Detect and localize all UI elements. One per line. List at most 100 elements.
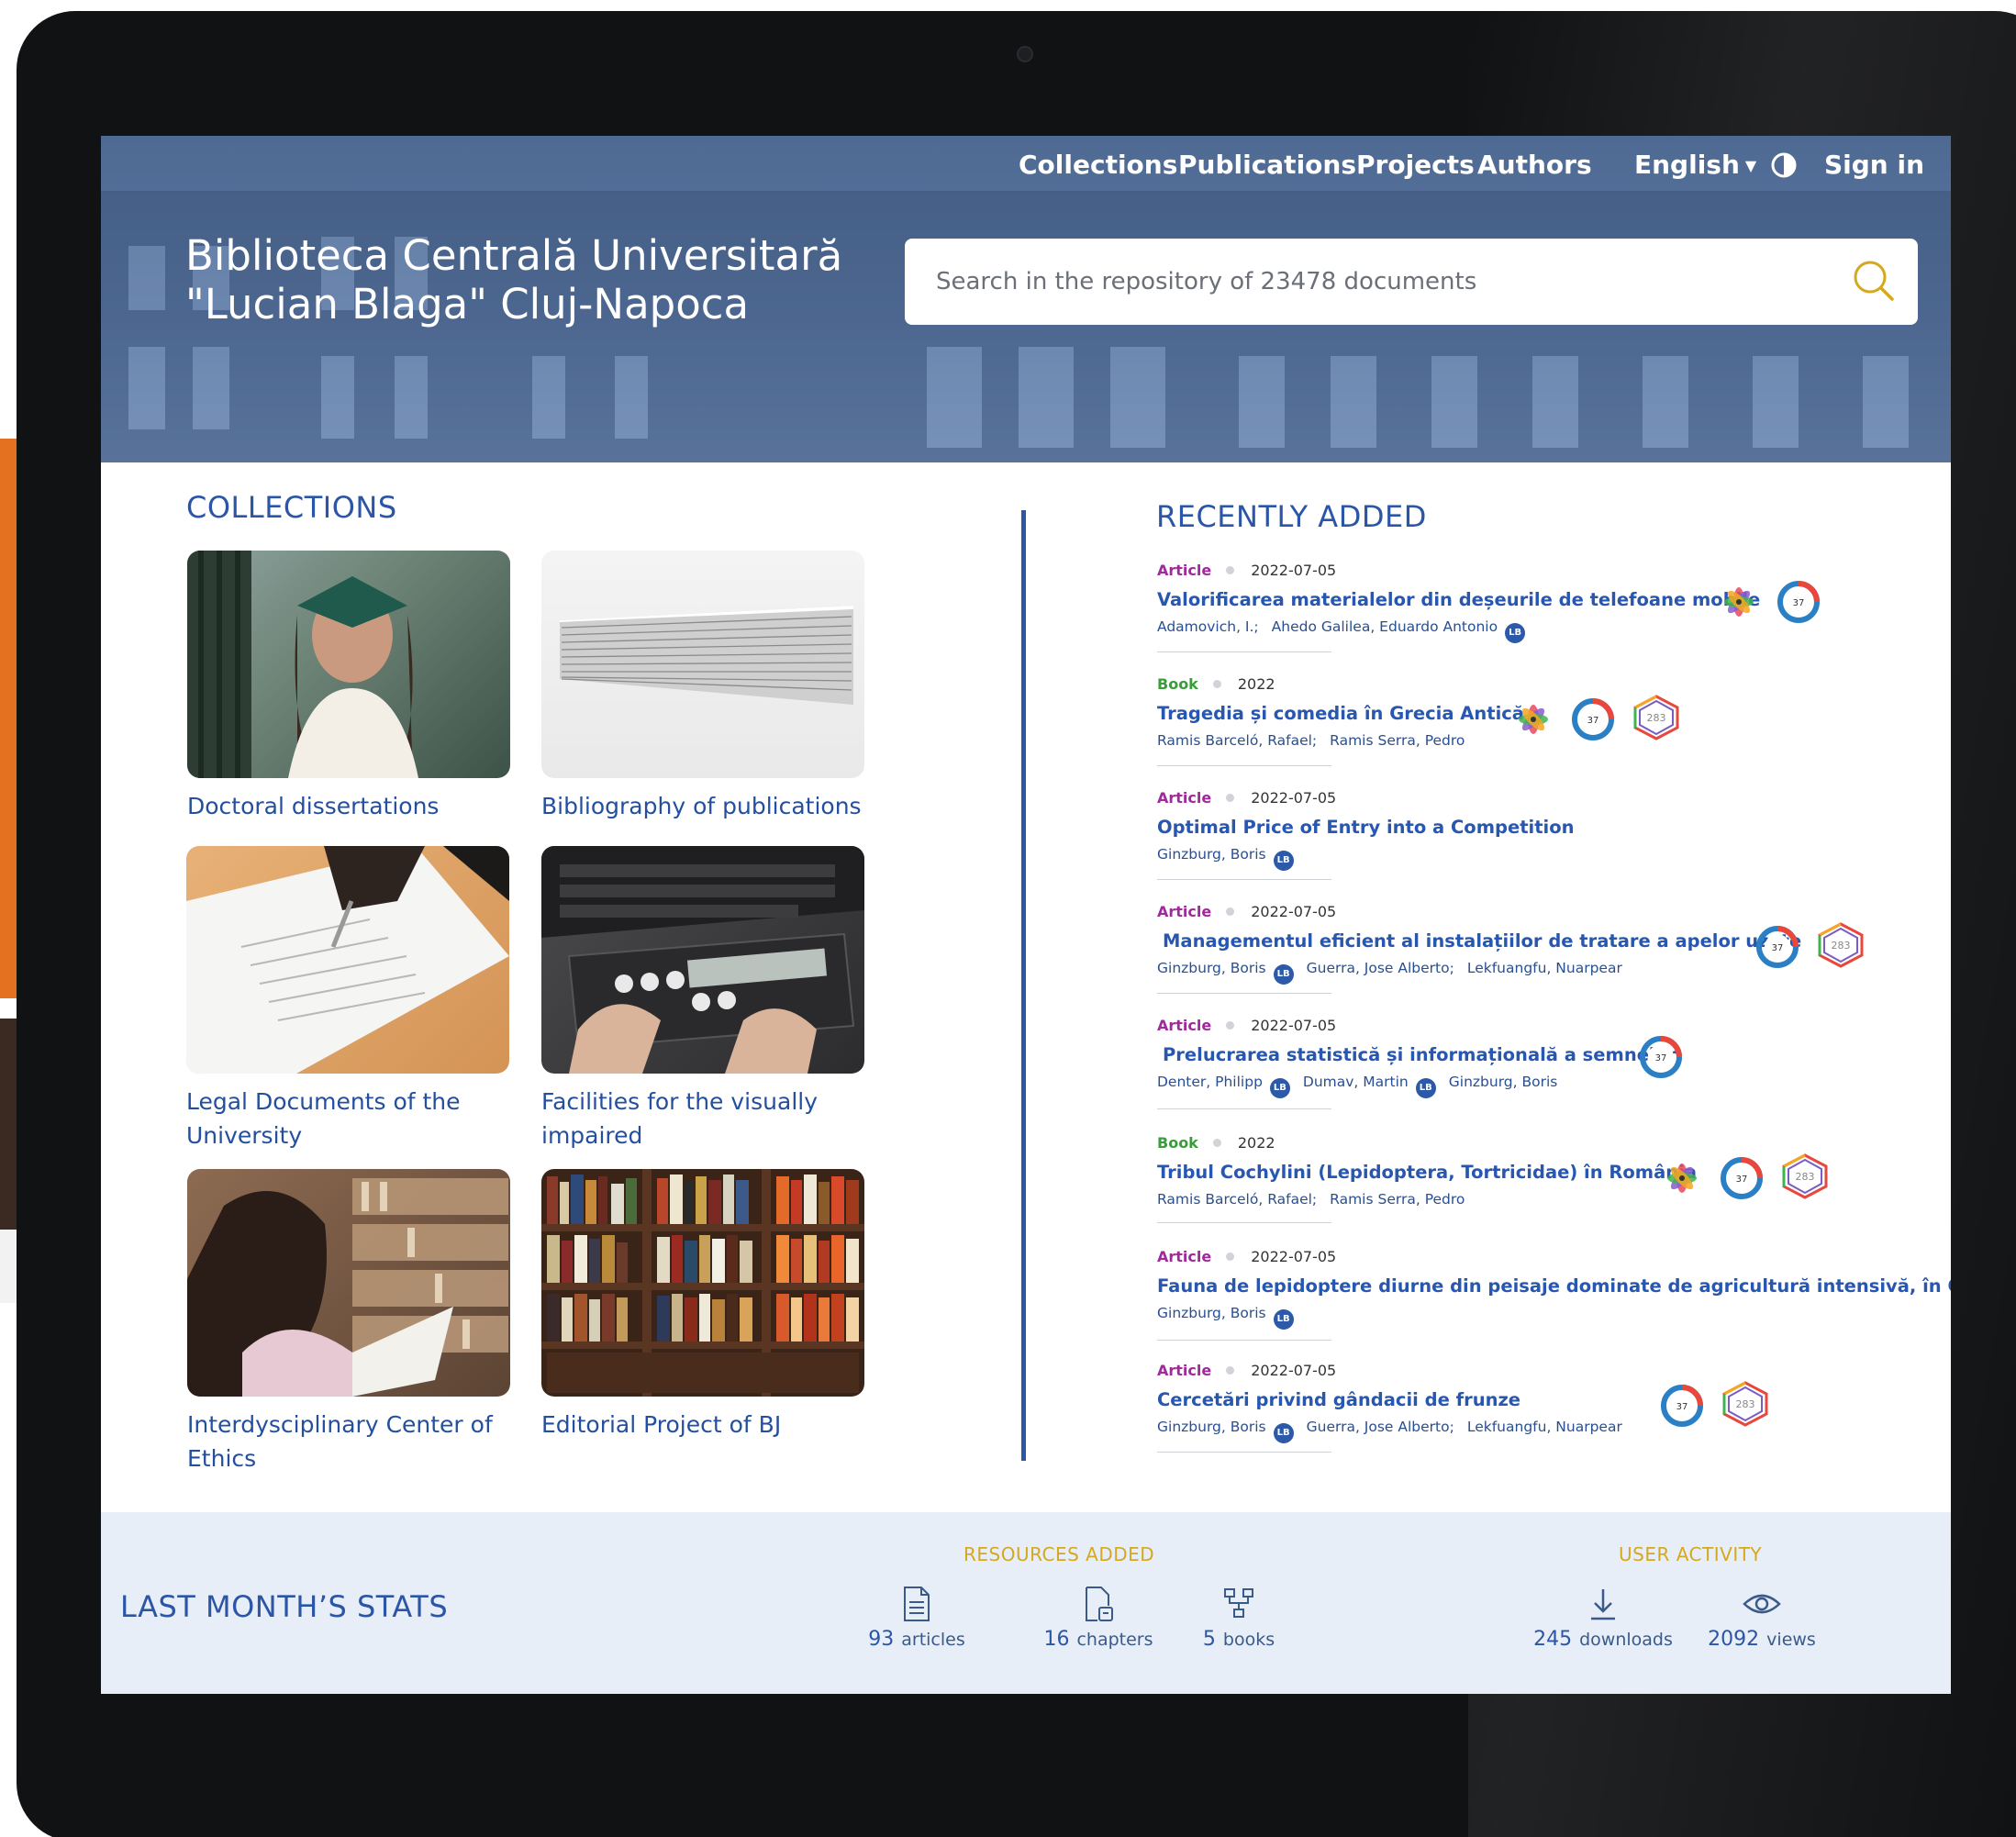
chapter-icon [1086, 1586, 1113, 1621]
item-separator [1157, 765, 1331, 766]
dimensions-badge-icon[interactable]: 37 [1777, 580, 1821, 624]
author-link[interactable]: Denter, Philipp [1157, 1074, 1263, 1090]
author-link[interactable]: Ramis Serra, Pedro [1330, 1191, 1465, 1208]
item-title-link[interactable]: Optimal Price of Entry into a Competitio… [1157, 815, 1910, 841]
collection-label-line-2: Ethics [187, 1445, 257, 1472]
item-separator [1157, 879, 1331, 880]
author-link[interactable]: Ginzburg, Boris [1157, 846, 1266, 863]
collection-image-braille-keyboard [541, 846, 864, 1074]
collection-image-signing-document [186, 846, 509, 1074]
item-date: 2022-07-05 [1251, 1248, 1337, 1265]
dimensions-badge-icon[interactable]: 37 [1720, 1156, 1764, 1200]
author-link[interactable]: Ramis Barceló, Rafael; [1157, 732, 1317, 749]
nav-publications[interactable]: Publications [1178, 136, 1356, 195]
search-input[interactable] [936, 259, 1817, 305]
recent-item: Book 2022 Tribul Cochylini (Lepidoptera, … [1157, 1132, 1910, 1223]
author-link[interactable]: Adamovich, I.; [1157, 618, 1259, 635]
background-window-edge [0, 1019, 18, 1230]
dimensions-badge-icon[interactable]: 37 [1755, 925, 1799, 969]
collection-bibliography-of-publications[interactable]: Bibliography of publications [541, 551, 864, 823]
stat-books-label: books [1222, 1630, 1275, 1650]
collection-facilities-visually-impaired[interactable]: Facilities for the visually impaired [541, 846, 864, 1152]
author-link[interactable]: Lekfuangfu, Nuarpear [1467, 960, 1622, 976]
author-link[interactable]: Ginzburg, Boris [1157, 1419, 1266, 1435]
lb-badge-icon[interactable]: LB [1273, 1309, 1294, 1330]
item-title-link[interactable]: Cercetări privind gândacii de frunze [1157, 1387, 1910, 1413]
author-link[interactable]: Ginzburg, Boris [1157, 960, 1266, 976]
download-icon [1591, 1589, 1615, 1620]
plumx-icon[interactable]: 283 [1815, 921, 1866, 969]
author-link[interactable]: Guerra, Jose Alberto; [1307, 1419, 1454, 1435]
author-link[interactable]: Lekfuangfu, Nuarpear [1467, 1419, 1622, 1435]
document-icon [904, 1586, 930, 1621]
dimensions-badge-icon[interactable]: 37 [1660, 1384, 1704, 1428]
site-title-line-1: Biblioteca Centrală Universitară [185, 231, 843, 280]
altmetric-icon[interactable] [1660, 1156, 1704, 1200]
plumx-icon[interactable]: 283 [1779, 1152, 1831, 1200]
nav-authors[interactable]: Authors [1477, 136, 1592, 195]
item-meta: Article 2022-07-05 [1157, 560, 1910, 582]
plumx-count: 283 [1796, 1171, 1815, 1183]
recent-item: Article 2022-07-05 Fauna de lepidoptere d… [1157, 1246, 1951, 1341]
language-selector[interactable]: English ▼ [1634, 136, 1756, 195]
author-link[interactable]: Ramis Barceló, Rafael; [1157, 1191, 1317, 1208]
author-link[interactable]: Dumav, Martin [1303, 1074, 1409, 1090]
contrast-toggle-icon[interactable] [1771, 152, 1797, 178]
lb-badge-icon[interactable]: LB [1273, 1423, 1294, 1443]
altmetric-icon[interactable] [1717, 580, 1761, 624]
author-link[interactable]: Ginzburg, Boris [1449, 1074, 1558, 1090]
collection-legal-documents[interactable]: Legal Documents of the University [186, 846, 509, 1152]
author-link[interactable]: Ramis Serra, Pedro [1330, 732, 1465, 749]
collection-doctoral-dissertations[interactable]: Doctoral dissertations [187, 551, 510, 823]
site-title-line-2: "Lucian Blaga" Cluj-Napoca [185, 280, 750, 328]
recent-item: Book 2022 Tragedia și comedia în Grecia A… [1157, 674, 1910, 766]
dimensions-count: 37 [1736, 1175, 1748, 1185]
author-link[interactable]: Ahedo Galilea, Eduardo Antonio [1272, 618, 1498, 635]
dimensions-badge-icon[interactable]: 37 [1571, 697, 1615, 741]
item-title-link[interactable]: Fauna de lepidoptere diurne din peisaje … [1157, 1274, 1951, 1299]
lb-badge-icon[interactable]: LB [1273, 851, 1294, 871]
lb-badge-icon[interactable]: LB [1273, 964, 1294, 985]
item-type: Book [1157, 675, 1198, 693]
lb-badge-icon[interactable]: LB [1505, 623, 1526, 643]
altmetric-icon[interactable] [1511, 697, 1555, 741]
item-meta: Article 2022-07-05 [1157, 1015, 1910, 1037]
item-separator [1157, 1222, 1331, 1223]
recent-item: Article 2022-07-05 Cercetări privind gând… [1157, 1360, 1910, 1453]
hero-banner: Collections Publications Projects Author… [101, 136, 1951, 462]
nav-projects[interactable]: Projects [1356, 136, 1475, 195]
item-separator [1157, 993, 1331, 994]
plumx-icon[interactable]: 283 [1631, 694, 1682, 741]
search-icon[interactable] [1850, 257, 1898, 305]
author-link[interactable]: Ginzburg, Boris [1157, 1305, 1266, 1321]
collection-editorial-project-bj[interactable]: Editorial Project of BJ [541, 1169, 864, 1442]
item-title-link[interactable]: Prelucrarea statistică și informațională… [1157, 1042, 1910, 1068]
nav-collections[interactable]: Collections [1019, 136, 1177, 195]
item-metrics: 37 283 [1755, 921, 1877, 973]
caret-down-icon: ▼ [1744, 157, 1757, 174]
collection-interdisciplinary-center-ethics[interactable]: Interdysciplinary Center of Ethics [187, 1169, 510, 1475]
lb-badge-icon[interactable]: LB [1269, 1078, 1290, 1098]
author-link[interactable]: Guerra, Jose Alberto; [1307, 960, 1454, 976]
collection-image-paper-stack [541, 551, 864, 778]
stat-chapters-label: chapters [1076, 1630, 1153, 1650]
collection-label-line-1: Legal Documents of the [186, 1088, 461, 1115]
stat-downloads: 245 downloads [1525, 1586, 1681, 1651]
item-type: Article [1157, 1248, 1212, 1265]
item-authors: Ginzburg, Boris LB Guerra, Jose Alberto; Le… [1157, 1415, 1910, 1443]
dimensions-badge-icon[interactable]: 37 [1639, 1035, 1683, 1079]
item-date: 2022-07-05 [1251, 1017, 1337, 1034]
sign-in-link[interactable]: Sign in [1824, 136, 1924, 195]
recent-item: Article 2022-07-05 Optimal Price of Entry… [1157, 787, 1910, 880]
language-label: English [1634, 150, 1740, 180]
browser-viewport: Collections Publications Projects Author… [101, 136, 1951, 1694]
collection-label-line-2: impaired [541, 1122, 643, 1149]
item-date: 2022-07-05 [1251, 903, 1337, 920]
stat-articles: 93 articles [857, 1586, 976, 1651]
plumx-icon[interactable]: 283 [1720, 1380, 1771, 1428]
user-activity-heading: USER ACTIVITY [1619, 1543, 1763, 1565]
last-month-stats: LAST MONTH’S STATS RESOURCES ADDED USER … [101, 1512, 1951, 1694]
lb-badge-icon[interactable]: LB [1415, 1078, 1436, 1098]
collection-label: Doctoral dissertations [187, 789, 518, 823]
site-title[interactable]: Biblioteca Centrală Universitară "Lucian… [185, 231, 842, 328]
